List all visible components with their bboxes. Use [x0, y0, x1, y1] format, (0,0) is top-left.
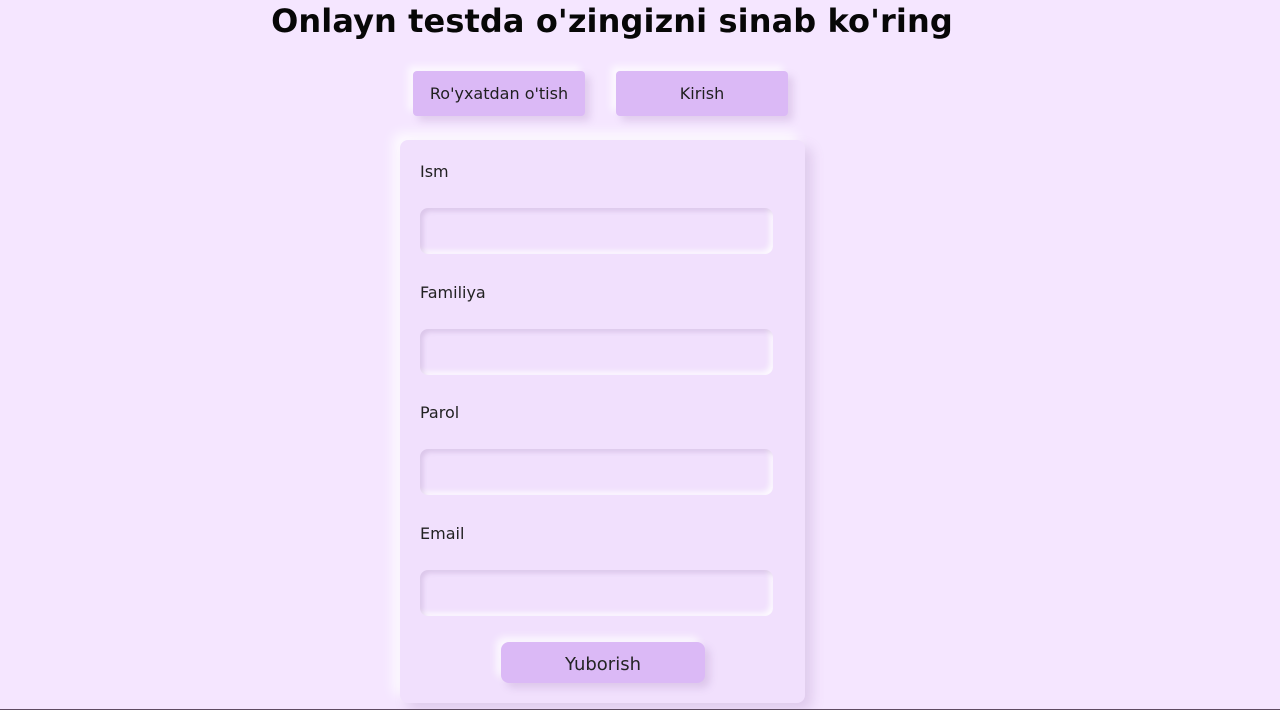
password-input[interactable]	[420, 449, 773, 495]
register-button[interactable]: Ro'yxatdan o'tish	[413, 71, 585, 116]
surname-label: Familiya	[420, 283, 486, 302]
login-button[interactable]: Kirish	[616, 71, 788, 116]
name-input[interactable]	[420, 208, 773, 254]
page-title: Onlayn testda o'zingizni sinab ko'ring	[271, 2, 953, 40]
name-label: Ism	[420, 162, 449, 181]
auth-navigation: Ro'yxatdan o'tish Kirish	[413, 71, 789, 117]
email-label: Email	[420, 524, 465, 543]
submit-button[interactable]: Yuborish	[501, 642, 705, 683]
registration-form-card: Ism Familiya Parol Email Yuborish	[400, 140, 805, 703]
surname-input[interactable]	[420, 329, 773, 375]
password-label: Parol	[420, 403, 460, 422]
email-input[interactable]	[420, 570, 773, 616]
